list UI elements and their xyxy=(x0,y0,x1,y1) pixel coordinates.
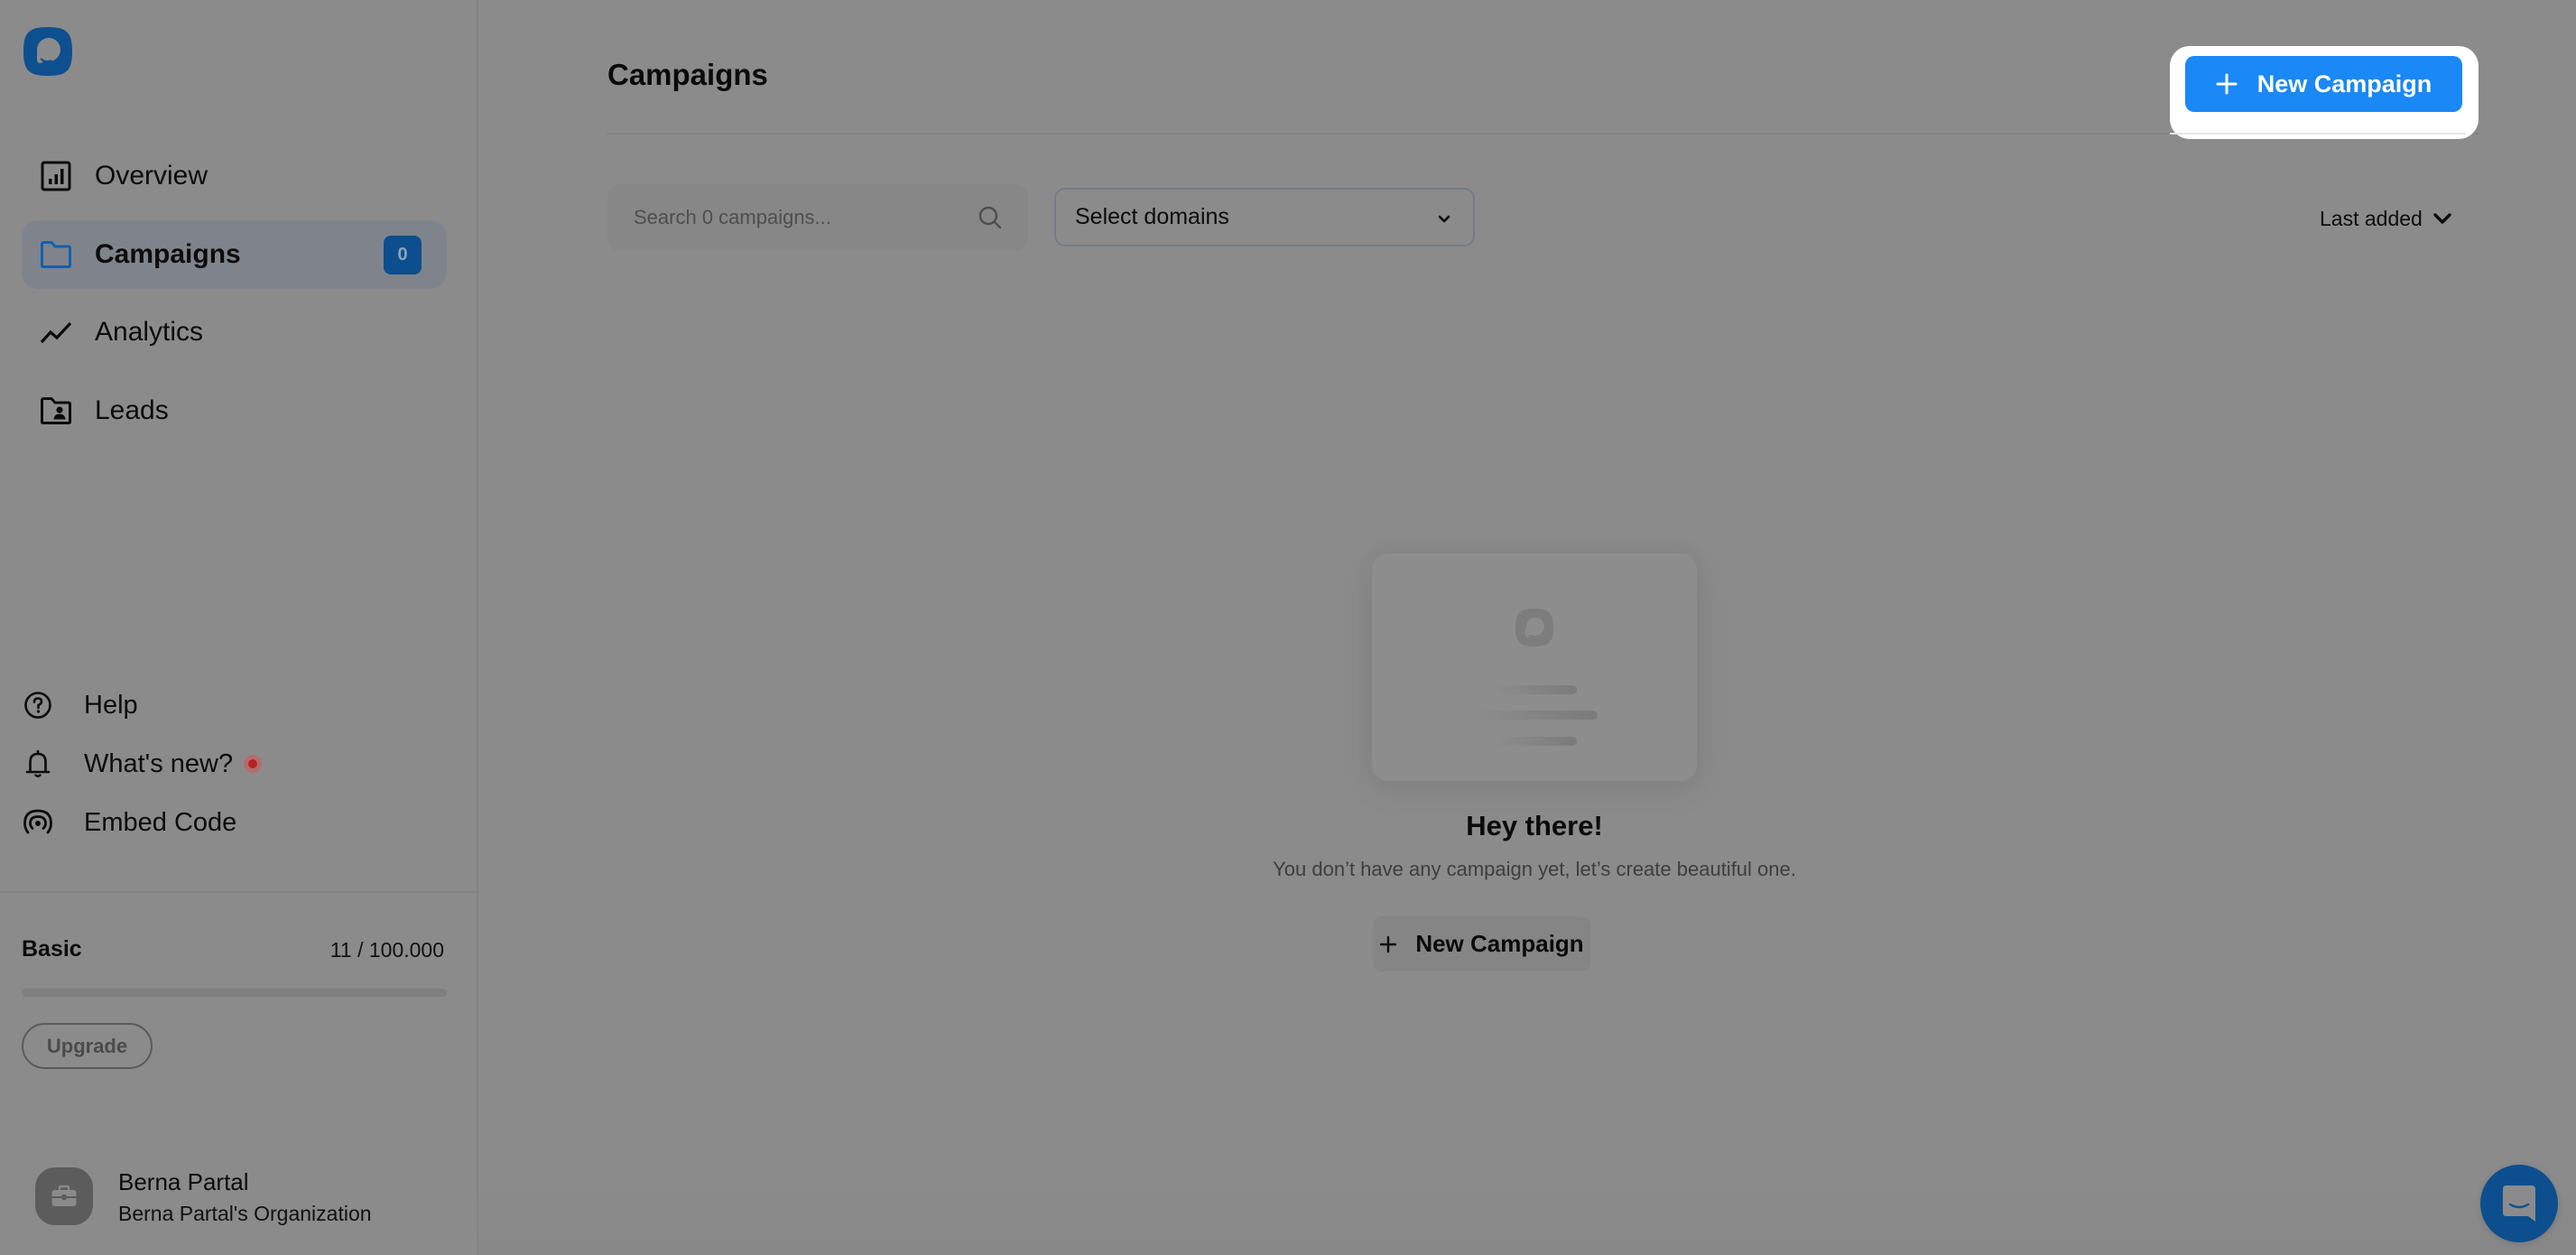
skeleton-line xyxy=(1492,737,1577,746)
embed-code-label: Embed Code xyxy=(84,807,237,837)
plus-icon xyxy=(1379,935,1397,953)
search-input[interactable] xyxy=(634,206,968,229)
new-campaign-button[interactable]: New Campaign xyxy=(2185,56,2462,112)
sidebar-item-label: Leads xyxy=(95,395,169,425)
sidebar-item-label: Overview xyxy=(95,161,208,191)
page-title: Campaigns xyxy=(607,58,768,91)
sidebar-divider xyxy=(0,891,477,893)
chat-smile-icon xyxy=(2501,1184,2537,1223)
skeleton-line xyxy=(1492,685,1577,694)
new-campaign-label: New Campaign xyxy=(2256,70,2432,98)
help-label: Help xyxy=(84,690,138,720)
sort-value: Last added xyxy=(2320,206,2423,230)
spotlight-divider xyxy=(2170,133,2466,135)
notification-dot-icon xyxy=(244,755,263,773)
domain-select-value: Select domains xyxy=(1075,204,1229,229)
plan-usage: 11 / 100.000 xyxy=(329,938,444,962)
sidebar-item-label: Analytics xyxy=(95,317,204,347)
upgrade-button[interactable]: Upgrade xyxy=(22,1023,153,1069)
domain-select[interactable]: Select domains xyxy=(1054,188,1475,246)
app-logo-icon[interactable] xyxy=(22,25,74,78)
sidebar-item-overview[interactable]: Overview xyxy=(22,142,447,210)
campaign-count-badge: 0 xyxy=(384,235,422,274)
empty-state-subtitle: You don’t have any campaign yet, let’s c… xyxy=(1273,858,1796,880)
sidebar-item-analytics[interactable]: Analytics xyxy=(22,298,447,367)
search-icon[interactable] xyxy=(978,205,1003,235)
sidebar-item-campaigns[interactable]: Campaigns 0 xyxy=(22,220,447,289)
bottom-shade xyxy=(478,1183,2576,1255)
empty-state-button-label: New Campaign xyxy=(1415,930,1584,957)
empty-state-new-campaign-button[interactable]: New Campaign xyxy=(1373,916,1590,971)
help-link[interactable]: Help xyxy=(22,683,138,727)
logo-placeholder-icon xyxy=(1515,608,1554,647)
skeleton-line xyxy=(1471,711,1598,720)
whats-new-link[interactable]: What's new? xyxy=(22,742,263,786)
chevron-down-icon xyxy=(1435,209,1453,232)
sidebar: Overview Campaigns 0 Analytics Leads Hel… xyxy=(0,0,478,1255)
sort-dropdown[interactable]: Last added xyxy=(2320,202,2452,235)
sidebar-item-leads[interactable]: Leads xyxy=(22,376,447,445)
chevron-down-icon xyxy=(2432,211,2452,226)
plan-name: Basic xyxy=(22,936,82,962)
trend-line-icon xyxy=(40,316,72,349)
bell-icon xyxy=(22,748,54,780)
empty-state-title: Hey there! xyxy=(1466,810,1603,841)
folder-user-icon xyxy=(40,395,72,427)
bar-chart-square-icon xyxy=(40,160,72,192)
sidebar-item-label: Campaigns xyxy=(95,239,241,269)
broadcast-icon xyxy=(22,806,54,839)
folder-icon xyxy=(40,238,72,271)
briefcase-icon xyxy=(51,1185,78,1208)
search-field[interactable] xyxy=(607,184,1028,251)
support-chat-button[interactable] xyxy=(2480,1165,2558,1242)
question-circle-icon xyxy=(22,689,54,721)
plus-icon xyxy=(2216,73,2238,95)
user-organization: Berna Partal's Organization xyxy=(118,1202,372,1225)
avatar[interactable] xyxy=(35,1167,93,1225)
user-name: Berna Partal xyxy=(118,1168,249,1195)
whats-new-label: What's new? xyxy=(84,748,234,778)
empty-state-illustration xyxy=(1372,553,1697,781)
embed-code-link[interactable]: Embed Code xyxy=(22,801,236,844)
plan-usage-progress xyxy=(22,989,447,997)
